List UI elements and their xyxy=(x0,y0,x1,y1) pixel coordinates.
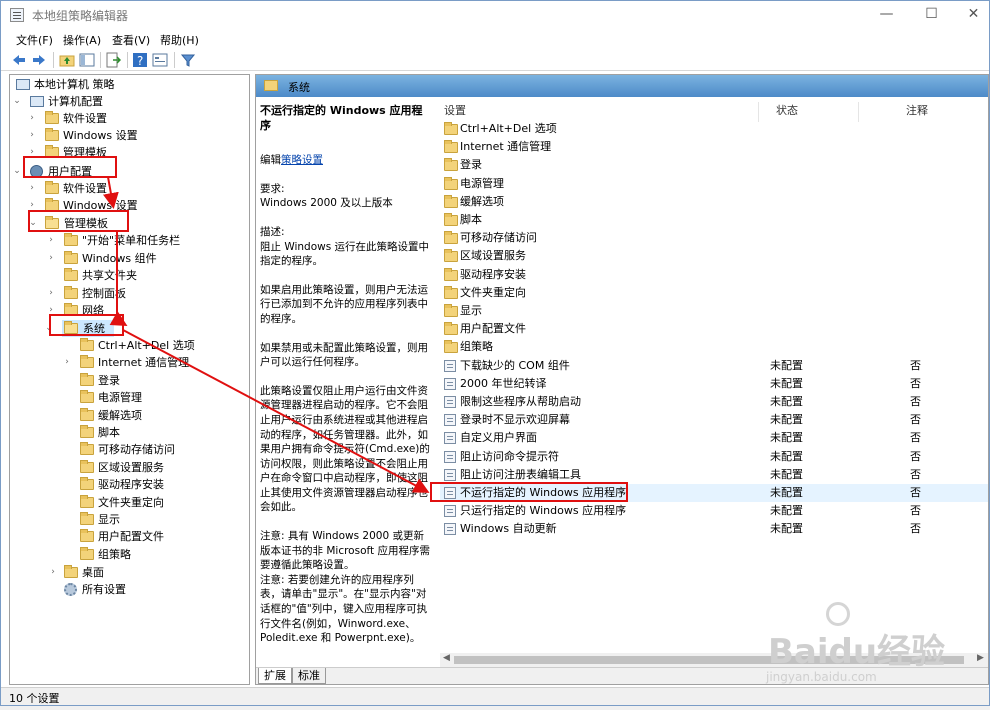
baidu-paw-icon xyxy=(826,602,850,626)
background-strip xyxy=(990,0,1000,710)
baidu-watermark: Baidu经验 jingyan.baidu.com xyxy=(760,602,990,684)
arrow-to-admin-templates xyxy=(103,176,119,209)
arrow-to-system xyxy=(109,231,128,326)
watermark-url: jingyan.baidu.com xyxy=(766,670,877,684)
arrow-to-policy xyxy=(122,329,430,493)
watermark-brand: Baidu经验 xyxy=(768,632,946,672)
